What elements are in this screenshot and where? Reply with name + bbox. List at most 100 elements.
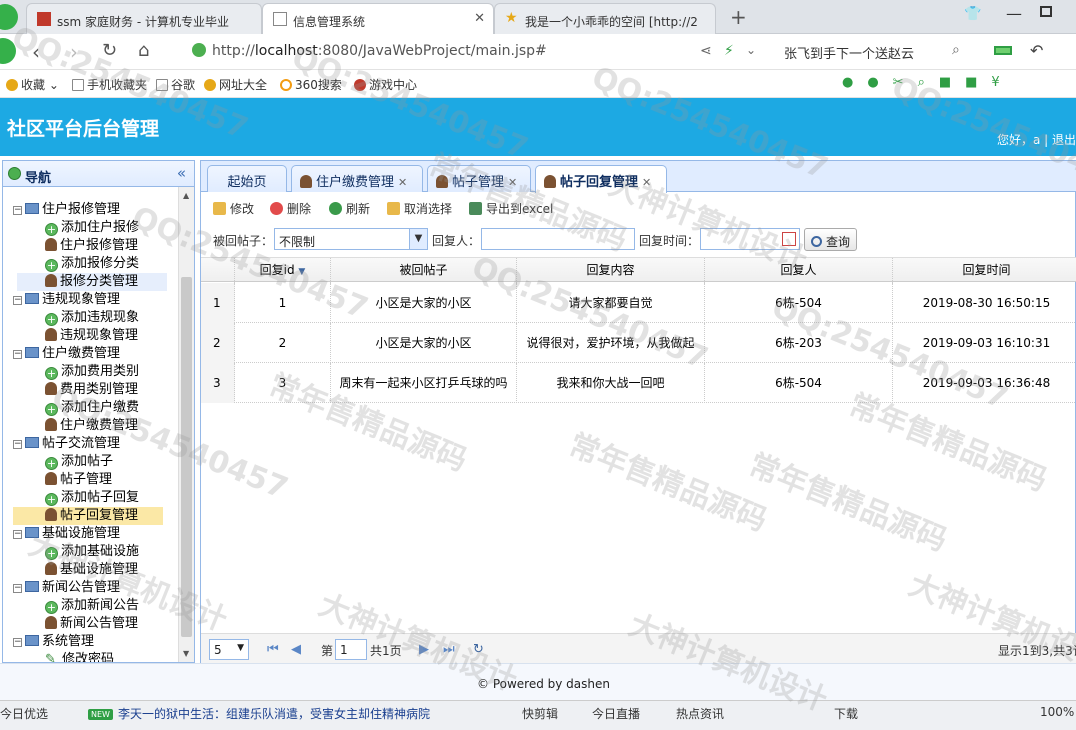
nav-item[interactable]: + 添加报修分类 (45, 255, 139, 273)
calendar-icon[interactable] (782, 232, 796, 246)
close-icon[interactable]: ✕ (508, 176, 517, 189)
nav-group[interactable]: − 基础设施管理 (13, 525, 120, 543)
status-hot-news[interactable]: 热点资讯 (676, 705, 724, 722)
collapse-toggle-icon[interactable]: − (13, 530, 22, 539)
tab-home[interactable]: 起始页 (207, 165, 287, 192)
nav-item[interactable]: 新闻公告管理 (45, 615, 138, 633)
nav-item[interactable]: + 添加费用类别 (45, 363, 139, 381)
nav-group[interactable]: − 系统管理 (13, 633, 94, 651)
home-icon[interactable]: ⌂ (138, 40, 149, 61)
tab-post-replies[interactable]: 帖子回复管理 ✕ (535, 165, 667, 193)
collapse-toggle-icon[interactable]: − (13, 296, 22, 305)
nav-group[interactable]: − 新闻公告管理 (13, 579, 120, 597)
table-row[interactable]: 2 2 小区是大家的小区 说得很对，爱护环境，从我做起 6栋-203 2019-09-03… (201, 323, 1076, 363)
col-content[interactable]: 回复内容 (517, 258, 705, 283)
collapse-toggle-icon[interactable]: − (13, 638, 22, 647)
status-quick-edit[interactable]: 快剪辑 (522, 705, 558, 722)
col-replier[interactable]: 回复人 (705, 258, 893, 283)
page-number-input[interactable]: 1 (335, 639, 367, 660)
next-page-icon[interactable]: ▶ (419, 642, 429, 657)
page-size-select[interactable]: 5 ▼ (209, 639, 249, 660)
bookmark-games[interactable]: 游戏中心 (354, 76, 417, 93)
back-icon[interactable]: ‹ (32, 40, 40, 64)
collapse-icon[interactable]: « (177, 164, 186, 182)
collapse-toggle-icon[interactable]: − (13, 584, 22, 593)
unselect-button[interactable]: 取消选择 (387, 200, 452, 217)
nav-item[interactable]: 基础设施管理 (45, 561, 138, 579)
delete-button[interactable]: 删除 (270, 200, 311, 217)
prev-page-icon[interactable]: ◀ (291, 642, 301, 657)
share-icon[interactable]: ⋖ (700, 43, 712, 59)
browser-logo-icon[interactable] (0, 4, 18, 30)
table-row[interactable]: 1 1 小区是大家的小区 请大家都要自觉 6栋-504 2019-08-30 16:50:… (201, 283, 1076, 323)
maximize-icon[interactable] (1040, 6, 1052, 17)
table-row[interactable]: 3 3 周末有一起来小区打乒乓球的吗 我来和你大战一回吧 6栋-504 2019-09-0… (201, 363, 1076, 403)
nav-item[interactable]: 帖子管理 (45, 471, 112, 489)
last-page-icon[interactable]: ⏭ (443, 642, 455, 657)
tab-payment[interactable]: 住户缴费管理 ✕ (291, 165, 423, 192)
minimize-icon[interactable]: — (1006, 4, 1022, 23)
browser-tab-2[interactable]: 信息管理系统 ✕ (262, 3, 494, 34)
flash-icon[interactable]: ⚡ (724, 43, 734, 59)
status-today-picks[interactable]: 今日优选 (0, 705, 48, 722)
nav-item[interactable]: 违规现象管理 (45, 327, 138, 345)
scroll-down-icon[interactable]: ▼ (183, 649, 189, 658)
search-icon[interactable]: ⌕ (952, 42, 960, 58)
bookmark-mobile[interactable]: 手机收藏夹 (72, 76, 147, 93)
nav-item[interactable]: + 添加帖子 (45, 453, 113, 471)
nav-group[interactable]: − 住户缴费管理 (13, 345, 120, 363)
shirt-icon[interactable]: 👕 (964, 6, 981, 22)
nav-group[interactable]: − 帖子交流管理 (13, 435, 120, 453)
nav-item[interactable]: + 添加住户报修 (45, 219, 139, 237)
nav-group[interactable]: − 住户报修管理 (13, 201, 120, 219)
collapse-toggle-icon[interactable]: − (13, 206, 22, 215)
collapse-toggle-icon[interactable]: − (13, 440, 22, 449)
scroll-thumb[interactable] (181, 277, 192, 637)
col-post[interactable]: 被回帖子 (331, 258, 517, 283)
bookmark-favorites[interactable]: 收藏 ⌄ (6, 76, 59, 93)
nav-item[interactable]: + 添加新闻公告 (45, 597, 139, 615)
bookmark-360[interactable]: 360搜索 (280, 76, 342, 93)
refresh-button[interactable]: 刷新 (329, 200, 370, 217)
export-button[interactable]: 导出到excel (469, 200, 553, 217)
new-tab-button[interactable]: + (730, 5, 747, 29)
nav-scrollbar[interactable]: ▲ ▼ (178, 187, 194, 662)
nav-item[interactable]: ✎ 修改密码 (45, 651, 114, 662)
nav-item[interactable]: 住户报修管理 (45, 237, 138, 255)
col-reply-time[interactable]: 回复时间 (893, 258, 1076, 283)
nav-item[interactable]: + 添加帖子回复 (45, 489, 139, 507)
nav-item[interactable]: 住户缴费管理 (45, 417, 138, 435)
status-news[interactable]: NEW 李天一的狱中生活：组建乐队消遣，受害女主却住精神病院 (88, 705, 430, 722)
nav-group[interactable]: − 违规现象管理 (13, 291, 120, 309)
collapse-toggle-icon[interactable]: − (13, 350, 22, 359)
chevron-down-icon[interactable]: ⌄ (746, 43, 756, 57)
reload-icon[interactable]: ↻ (102, 40, 117, 61)
nav-item[interactable]: 报修分类管理 (17, 273, 167, 291)
edit-button[interactable]: 修改 (213, 200, 254, 217)
query-button[interactable]: 查询 (804, 228, 858, 251)
bookmark-google[interactable]: 谷歌 (156, 76, 195, 93)
nav-item[interactable]: 费用类别管理 (45, 381, 138, 399)
url-input[interactable]: http://localhost:8080/JavaWebProject/mai… (192, 40, 692, 64)
replier-input[interactable] (481, 228, 635, 250)
nav-item[interactable]: + 添加基础设施 (45, 543, 139, 561)
first-page-icon[interactable]: ⏮ (267, 642, 279, 657)
time-input[interactable] (700, 228, 800, 250)
bookmark-sites[interactable]: 网址大全 (204, 76, 267, 93)
post-filter-select[interactable]: 不限制 ▼ (274, 228, 428, 250)
nav-item[interactable]: + 添加违规现象 (45, 309, 139, 327)
browser-tab-1[interactable]: ssm 家庭财务 - 计算机专业毕业 (26, 3, 262, 34)
close-tab-icon[interactable]: ✕ (474, 11, 485, 26)
chevron-down-icon[interactable]: ▼ (409, 229, 427, 249)
undo-icon[interactable]: ↶ (1030, 41, 1043, 60)
status-zoom[interactable]: 100% (1040, 705, 1074, 719)
close-icon[interactable]: ✕ (398, 176, 407, 189)
extension-icons[interactable]: ●●✂⌕■■¥ (842, 75, 1014, 90)
scroll-up-icon[interactable]: ▲ (183, 191, 189, 200)
status-download[interactable]: 下载 (834, 705, 858, 722)
reload-icon[interactable]: ↻ (473, 642, 484, 657)
browser-tab-3[interactable]: ★ 我是一个小乖乖的空间 [http://2 (494, 3, 716, 34)
nav-item[interactable]: + 添加住户缴费 (45, 399, 139, 417)
status-live[interactable]: 今日直播 (592, 705, 640, 722)
forward-icon[interactable]: › (70, 40, 78, 64)
